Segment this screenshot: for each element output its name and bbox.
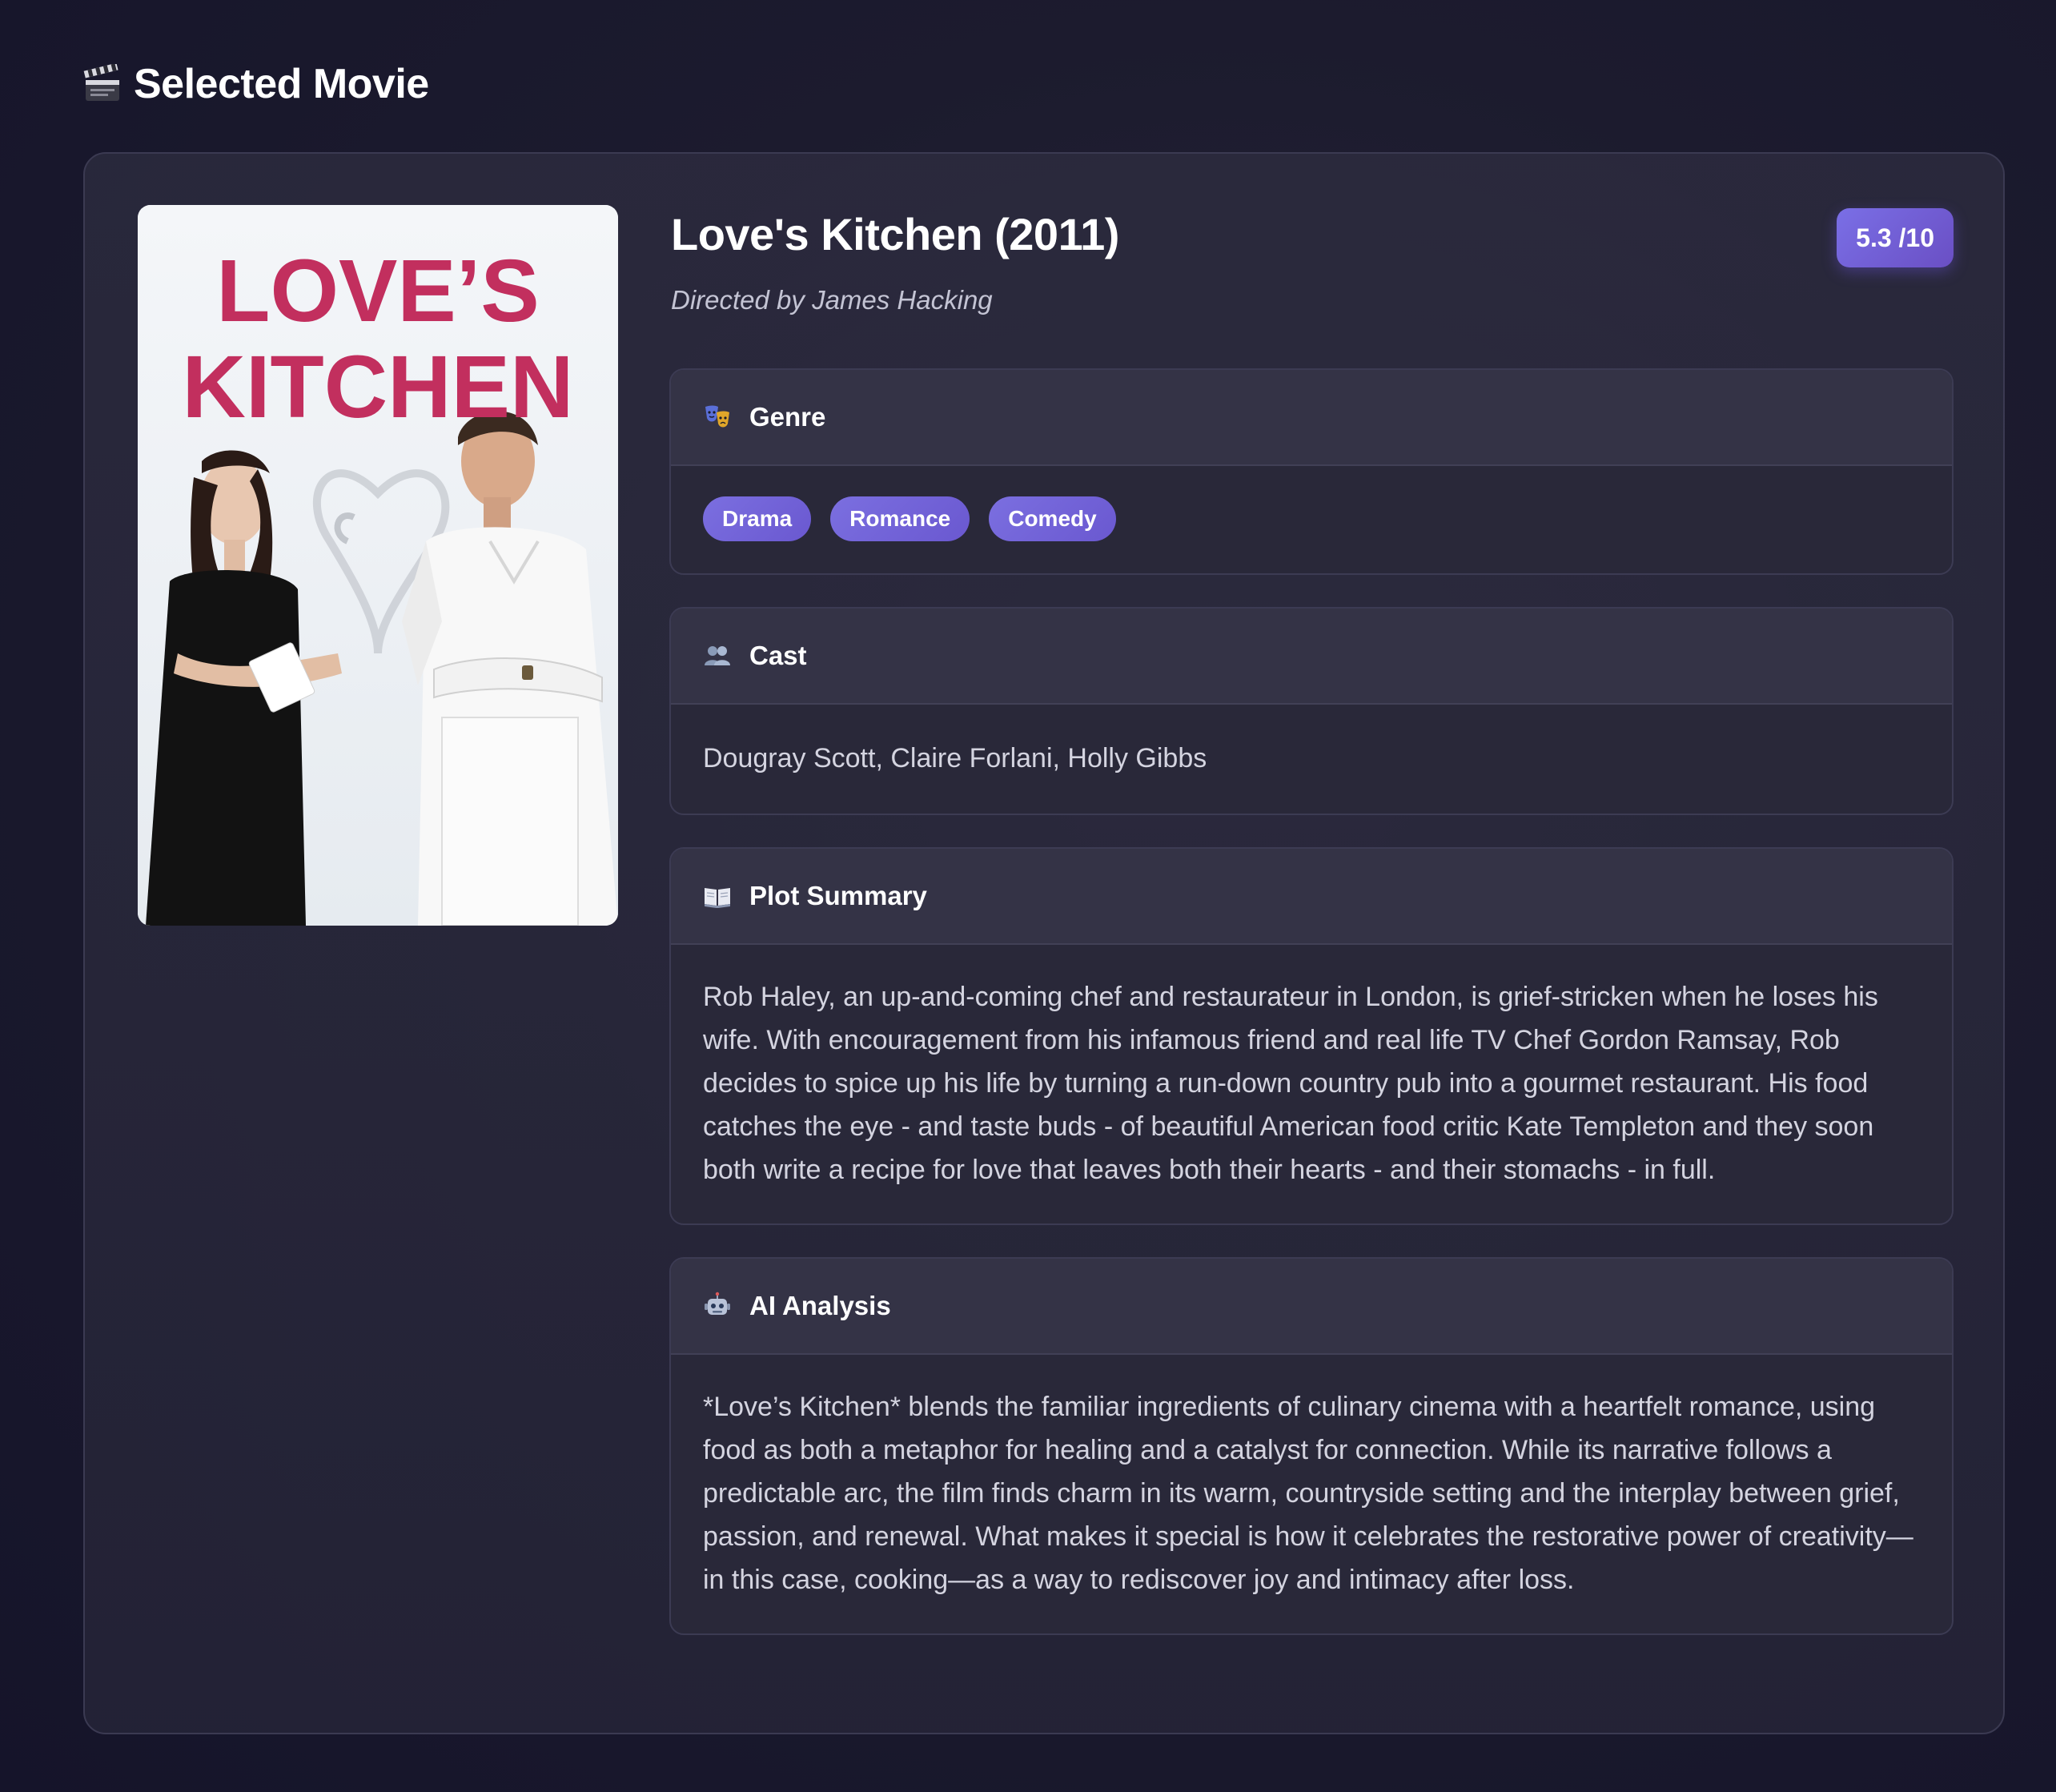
cast-list: Dougray Scott, Claire Forlani, Holly Gib… bbox=[703, 743, 1207, 773]
cast-header: Cast bbox=[671, 609, 1952, 705]
theater-masks-icon bbox=[705, 405, 729, 428]
genre-tag-drama[interactable]: Drama bbox=[703, 496, 812, 541]
genre-header: Genre bbox=[671, 370, 1952, 466]
movie-title: Love's Kitchen (2011) bbox=[671, 209, 1119, 259]
movie-poster: LOVE’S KITCHEN bbox=[138, 205, 618, 926]
genre-title: Genre bbox=[749, 402, 826, 432]
analysis-header: AI Analysis bbox=[671, 1259, 1952, 1355]
poster-title-line1: LOVE’S bbox=[216, 242, 539, 340]
plot-section: Plot Summary Rob Haley, an up-and-coming… bbox=[669, 847, 1954, 1225]
robot-icon bbox=[705, 1292, 730, 1315]
cast-section: Cast Dougray Scott, Claire Forlani, Holl… bbox=[669, 607, 1954, 815]
rating-badge: 5.3 /10 bbox=[1837, 208, 1954, 267]
page-header: Selected Movie bbox=[82, 56, 429, 112]
genre-tags: Drama Romance Comedy bbox=[671, 466, 1952, 573]
title-row: Love's Kitchen (2011) 5.3 /10 bbox=[669, 205, 1954, 269]
plot-title: Plot Summary bbox=[749, 881, 927, 910]
plot-text: Rob Haley, an up-and-coming chef and res… bbox=[703, 982, 1878, 1185]
genre-tag-romance[interactable]: Romance bbox=[830, 496, 970, 541]
poster-image: LOVE’S KITCHEN bbox=[138, 205, 618, 926]
cast-title: Cast bbox=[749, 641, 807, 670]
clapperboard-icon bbox=[83, 64, 119, 101]
genre-tag-comedy[interactable]: Comedy bbox=[989, 496, 1116, 541]
genre-section: Genre Drama Romance Comedy bbox=[669, 368, 1954, 575]
director-credit: Directed by James Hacking bbox=[671, 285, 993, 315]
people-icon bbox=[705, 646, 730, 665]
analysis-text: *Love’s Kitchen* blends the familiar ing… bbox=[703, 1392, 1913, 1595]
movie-card: LOVE’S KITCHEN Love's Kitchen (2011) 5.3… bbox=[83, 152, 2005, 1734]
poster-title-line2: KITCHEN bbox=[183, 338, 574, 436]
page-title: Selected Movie bbox=[134, 61, 429, 107]
open-book-icon bbox=[705, 888, 730, 908]
analysis-section: AI Analysis *Love’s Kitchen* blends the … bbox=[669, 1257, 1954, 1635]
movie-details: Love's Kitchen (2011) 5.3 /10 Directed b… bbox=[669, 205, 1954, 1635]
plot-header: Plot Summary bbox=[671, 849, 1952, 945]
analysis-title: AI Analysis bbox=[749, 1291, 891, 1320]
